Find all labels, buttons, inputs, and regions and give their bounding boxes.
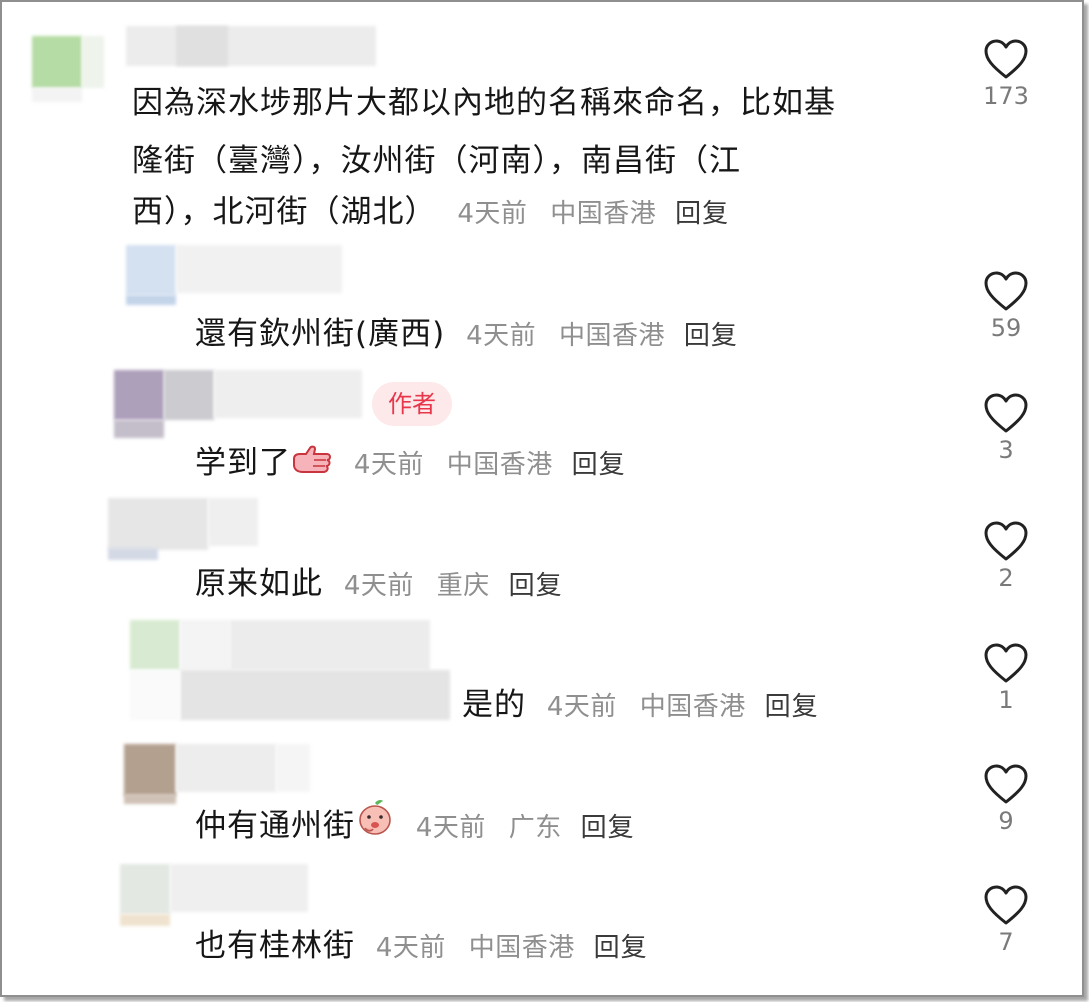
username-blur-fragment: [276, 744, 310, 792]
reply-button[interactable]: 回复: [581, 813, 635, 843]
comment-text: 因為深水埗那片大都以內地的名稱來命名，比如基: [132, 74, 836, 132]
reply-button[interactable]: 回复: [594, 933, 648, 963]
comment-line: 隆街（臺灣），汝州街（河南），南昌街（江: [132, 143, 741, 179]
heart-outline-icon: [984, 643, 1028, 683]
avatar[interactable]: [130, 620, 180, 670]
comment-body: 原来如此: [195, 566, 323, 602]
like-button[interactable]: 173: [976, 38, 1036, 110]
like-button[interactable]: 7: [976, 884, 1036, 956]
comment-panel: 因為深水埗那片大都以內地的名稱來命名，比如基 隆街（臺灣），汝州街（河南），南昌…: [0, 0, 1084, 997]
username-blurred[interactable]: [214, 370, 362, 418]
comment-text: 還有欽州街(廣西) 4天前 中国香港 回复: [195, 305, 738, 365]
comment-time: 4天前: [546, 692, 617, 722]
heart-outline-icon: [984, 885, 1028, 925]
avatar-blur-fragment: [180, 620, 230, 670]
comment-time: 4天前: [466, 321, 537, 351]
like-button[interactable]: 3: [976, 392, 1036, 464]
like-count: 173: [983, 82, 1029, 110]
comment-text: 隆街（臺灣），汝州街（河南），南昌街（江: [132, 132, 741, 190]
like-count: 7: [998, 928, 1014, 956]
username-blurred[interactable]: [176, 744, 276, 792]
heart-outline-icon: [984, 39, 1028, 79]
avatar-blur-fragment: [124, 794, 176, 804]
username-blur-fragment: [180, 670, 450, 720]
username-blurred[interactable]: [126, 26, 376, 66]
comment-time: 4天前: [343, 571, 414, 601]
username-blurred[interactable]: [230, 620, 430, 670]
comment-location: 中国香港: [468, 933, 575, 963]
like-button[interactable]: 59: [976, 270, 1036, 342]
comment-body: 学到了: [195, 445, 291, 481]
avatar-blur-fragment: [114, 420, 164, 438]
avatar[interactable]: [114, 370, 164, 420]
avatar-blur-fragment: [126, 295, 176, 305]
comment-time: 4天前: [375, 933, 446, 963]
comment-location: 中国香港: [558, 321, 665, 351]
thumbs-up-emoji: [291, 436, 333, 494]
like-count: 1: [998, 686, 1014, 714]
reply-button[interactable]: 回复: [765, 692, 819, 722]
heart-outline-icon: [984, 393, 1028, 433]
comment-location: 广东: [508, 813, 562, 843]
avatar-blur-fragment: [130, 670, 180, 720]
avatar[interactable]: [108, 498, 208, 550]
comment-location: 中国香港: [550, 199, 657, 229]
like-button[interactable]: 1: [976, 642, 1036, 714]
reply-button[interactable]: 回复: [684, 321, 738, 351]
like-button[interactable]: 9: [976, 763, 1036, 835]
reply-button[interactable]: 回复: [509, 571, 563, 601]
avatar-blur-fragment: [164, 370, 214, 420]
like-button[interactable]: 2: [976, 520, 1036, 592]
username-blurred[interactable]: [176, 245, 342, 293]
comment-text: 原来如此 4天前 重庆 回复: [195, 555, 563, 615]
username-blur-fragment: [176, 26, 228, 66]
comment-text: 仲有通州街 4天前 广东 回复: [195, 797, 635, 857]
like-count: 3: [998, 436, 1014, 464]
reply-button[interactable]: 回复: [675, 199, 729, 229]
comment-location: 中国香港: [446, 450, 553, 480]
heart-outline-icon: [984, 521, 1028, 561]
comment-text: 是的 4天前 中国香港 回复: [462, 676, 819, 736]
comment-line: 西），北河街（湖北）: [132, 194, 437, 230]
avatar[interactable]: [124, 744, 176, 796]
comment-time: 4天前: [353, 450, 424, 480]
username-blurred[interactable]: [208, 498, 258, 546]
comment-text: 西），北河街（湖北） 4天前 中国香港 回复: [132, 183, 729, 243]
like-count: 2: [998, 564, 1014, 592]
username-blurred[interactable]: [170, 864, 308, 912]
comment-time: 4天前: [415, 813, 486, 843]
comment-body: 還有欽州街(廣西): [195, 316, 446, 352]
author-badge: 作者: [372, 382, 452, 426]
like-count: 59: [990, 314, 1022, 342]
comment-time: 4天前: [457, 199, 528, 229]
comment-body: 仲有通州街: [195, 808, 355, 844]
avatar-blur-fragment: [108, 548, 158, 560]
comment-body: 也有桂林街: [195, 928, 355, 964]
heart-outline-icon: [984, 764, 1028, 804]
comment-text: 学到了 4天前 中国香港 回复: [195, 434, 626, 494]
reply-button[interactable]: 回复: [572, 450, 626, 480]
comment-body: 是的: [462, 687, 526, 723]
avatar[interactable]: [126, 245, 176, 295]
avatar-blur-fragment: [32, 88, 82, 102]
avatar[interactable]: [120, 864, 170, 914]
comment-line: 因為深水埗那片大都以內地的名稱來命名，比如基: [132, 85, 836, 121]
comment-text: 也有桂林街 4天前 中国香港 回复: [195, 917, 648, 977]
heart-outline-icon: [984, 271, 1028, 311]
like-count: 9: [998, 807, 1014, 835]
peach-face-emoji: [355, 798, 395, 857]
avatar-blur-fragment: [82, 36, 104, 88]
comment-location: 重庆: [436, 571, 490, 601]
avatar-blur-fragment: [120, 914, 170, 926]
avatar[interactable]: [32, 36, 82, 88]
comment-location: 中国香港: [639, 692, 746, 722]
